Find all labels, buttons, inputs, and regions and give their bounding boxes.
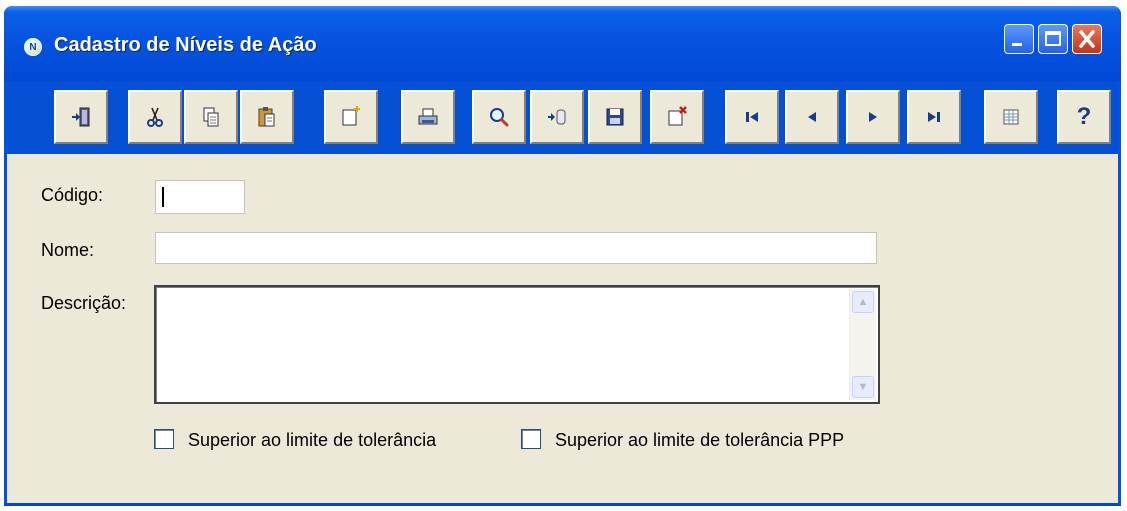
title-bar[interactable]: N Cadastro de Níveis de Ação <box>4 6 1121 82</box>
superior-limite-ppp-label[interactable]: Superior ao limite de tolerância PPP <box>555 430 844 451</box>
delete-document-icon <box>668 106 687 126</box>
superior-limite-checkbox[interactable] <box>154 429 174 449</box>
window-title: Cadastro de Níveis de Ação <box>54 34 317 56</box>
first-icon <box>746 112 758 122</box>
delete-button[interactable] <box>650 90 704 144</box>
save-button[interactable] <box>588 90 642 144</box>
insert-record-button[interactable] <box>530 90 584 144</box>
next-icon <box>869 112 877 122</box>
chevron-down-icon: ▼ <box>857 381 869 393</box>
app-window: N Cadastro de Níveis de Ação ? Código: N… <box>4 6 1121 506</box>
descricao-label: Descrição: <box>41 293 127 313</box>
table-icon <box>1003 109 1019 125</box>
first-record-button[interactable] <box>725 90 779 144</box>
close-button[interactable] <box>1072 24 1102 54</box>
new-document-icon <box>342 106 360 126</box>
previous-icon <box>808 112 816 122</box>
next-record-button[interactable] <box>846 90 900 144</box>
codigo-label: Código: <box>41 185 104 205</box>
paste-button[interactable] <box>240 90 294 144</box>
help-button[interactable]: ? <box>1057 90 1111 144</box>
floppy-disk-icon <box>606 108 624 126</box>
descricao-scrollbar[interactable]: ▲ ▼ <box>849 289 876 400</box>
new-button[interactable] <box>324 90 378 144</box>
chevron-up-icon: ▲ <box>857 296 869 308</box>
scroll-down-button[interactable]: ▼ <box>852 376 874 398</box>
paste-icon <box>258 107 275 127</box>
grid-view-button[interactable] <box>984 90 1038 144</box>
text-caret <box>162 187 164 207</box>
superior-limite-ppp-checkbox[interactable] <box>521 429 541 449</box>
nome-input[interactable] <box>155 232 877 264</box>
magnifier-icon <box>490 108 509 127</box>
minimize-icon <box>1012 43 1022 46</box>
form-area: Código: Nome: Descrição: ▲ ▼ Superior ao… <box>7 154 1118 503</box>
print-button[interactable] <box>401 90 455 144</box>
exit-button[interactable] <box>54 90 108 144</box>
minimize-button[interactable] <box>1004 24 1034 54</box>
maximize-icon <box>1045 31 1061 46</box>
maximize-button[interactable] <box>1038 24 1068 54</box>
nome-label: Nome: <box>41 240 95 260</box>
copy-button[interactable] <box>184 90 238 144</box>
close-icon <box>1079 30 1095 48</box>
app-logo-icon[interactable]: N <box>24 38 42 56</box>
cut-button[interactable] <box>128 90 182 144</box>
database-insert-icon <box>548 109 566 125</box>
scroll-up-button[interactable]: ▲ <box>852 291 874 313</box>
help-icon: ? <box>1076 103 1092 130</box>
scissors-icon <box>147 107 163 127</box>
window-bottom-border <box>4 503 1121 506</box>
codigo-input[interactable] <box>155 180 245 214</box>
superior-limite-label[interactable]: Superior ao limite de tolerância <box>188 430 436 451</box>
search-button[interactable] <box>472 90 526 144</box>
toolbar: ? <box>7 82 1118 154</box>
printer-icon <box>418 108 438 125</box>
exit-door-icon <box>72 107 90 127</box>
last-icon <box>928 112 940 122</box>
previous-record-button[interactable] <box>785 90 839 144</box>
last-record-button[interactable] <box>907 90 961 144</box>
copy-icon <box>203 107 219 127</box>
descricao-textarea[interactable]: ▲ ▼ <box>154 285 880 404</box>
